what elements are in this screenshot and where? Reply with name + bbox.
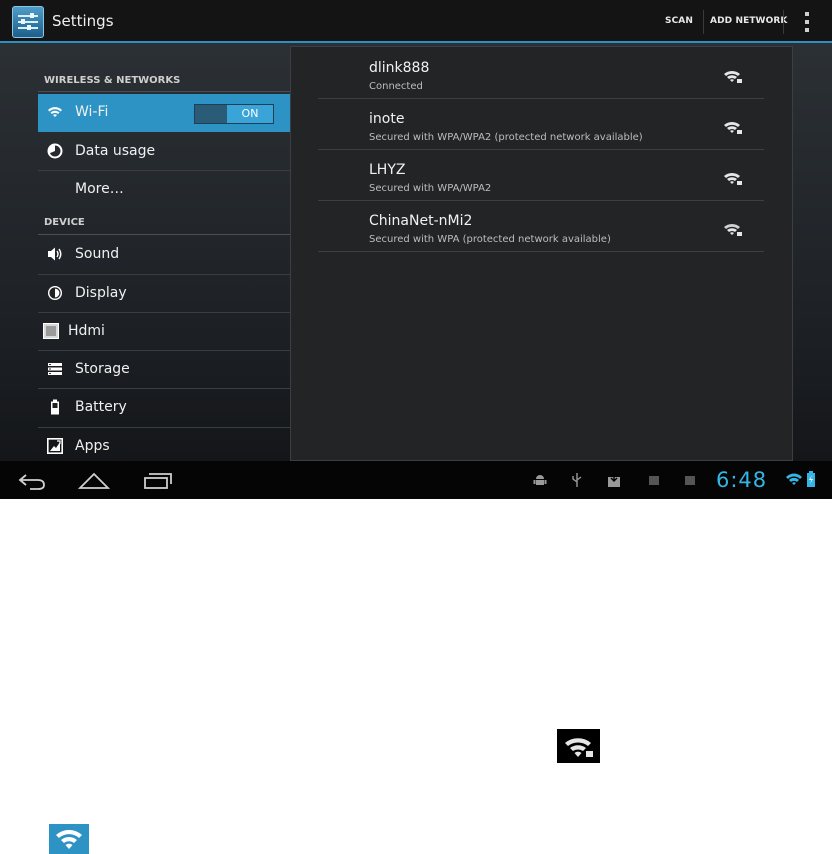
wifi-network-list: dlink888 Connected inote Secured with WP…	[290, 46, 793, 461]
brightness-icon	[48, 286, 62, 300]
settings-item-sound[interactable]: Sound	[38, 236, 290, 274]
network-status: Connected	[369, 81, 423, 92]
wifi-icon	[49, 824, 89, 854]
wifi-signal-locked-icon	[557, 729, 600, 763]
speaker-icon	[48, 247, 62, 261]
tablet-screen: Settings SCAN ADD NETWORK WIRELESS & NET…	[0, 0, 832, 499]
settings-item-label: Sound	[75, 246, 120, 262]
section-header-wireless: WIRELESS & NETWORKS	[44, 75, 181, 86]
wifi-signal-icon	[724, 70, 742, 83]
apps-icon	[47, 438, 63, 454]
wifi-status-icon	[786, 473, 802, 485]
wifi-signal-locked-icon	[724, 121, 742, 134]
network-ssid: inote	[369, 111, 405, 127]
battery-icon	[51, 399, 59, 415]
network-item[interactable]: ChinaNet-nMi2 Secured with WPA (protecte…	[318, 200, 764, 251]
settings-item-label: More…	[75, 181, 124, 197]
settings-item-wifi[interactable]: Wi-Fi ON	[38, 94, 290, 132]
add-network-button[interactable]: ADD NETWORK	[710, 16, 787, 26]
notification-icon	[649, 476, 659, 485]
clock: 6:48	[716, 468, 768, 492]
network-ssid: dlink888	[369, 60, 430, 76]
network-status: Secured with WPA (protected network avai…	[369, 234, 611, 245]
recent-apps-icon[interactable]	[141, 469, 173, 491]
settings-item-data-usage[interactable]: Data usage	[38, 133, 290, 171]
header-divider	[38, 234, 290, 235]
network-ssid: ChinaNet-nMi2	[369, 213, 473, 229]
settings-item-label: Display	[75, 285, 127, 301]
storage-icon	[48, 363, 62, 375]
action-separator	[703, 10, 704, 34]
settings-item-label: Battery	[75, 399, 127, 415]
settings-item-more[interactable]: More…	[38, 171, 290, 209]
settings-app-icon[interactable]	[12, 6, 44, 38]
back-icon[interactable]	[16, 469, 48, 491]
app-title: Settings	[52, 12, 114, 30]
data-usage-icon	[47, 143, 63, 159]
action-bar: Settings SCAN ADD NETWORK	[0, 0, 832, 43]
android-debug-icon	[533, 475, 547, 485]
wifi-toggle[interactable]: ON	[194, 104, 274, 124]
battery-status-icon	[807, 471, 815, 487]
settings-item-label: Hdmi	[68, 323, 105, 339]
action-separator	[783, 10, 784, 34]
header-divider	[38, 91, 290, 92]
wifi-toggle-on-label: ON	[227, 105, 273, 123]
network-divider	[318, 251, 764, 252]
network-item[interactable]: LHYZ Secured with WPA/WPA2	[318, 149, 764, 200]
notification-icon	[685, 476, 695, 485]
network-item[interactable]: inote Secured with WPA/WPA2 (protected n…	[318, 98, 764, 149]
download-icon	[608, 473, 620, 487]
wifi-signal-locked-icon	[724, 172, 742, 185]
settings-item-label: Storage	[75, 361, 130, 377]
home-icon[interactable]	[78, 469, 110, 491]
settings-list: WIRELESS & NETWORKS Wi-Fi ON Data usage …	[38, 43, 290, 461]
network-status: Secured with WPA/WPA2	[369, 183, 492, 194]
overflow-menu-icon[interactable]	[801, 12, 813, 34]
settings-item-hdmi[interactable]: Hdmi	[38, 313, 290, 351]
network-status: Secured with WPA/WPA2 (protected network…	[369, 132, 643, 143]
wifi-signal-locked-icon	[724, 223, 742, 236]
settings-item-display[interactable]: Display	[38, 275, 290, 313]
settings-item-label: Wi-Fi	[75, 104, 109, 120]
system-bar: 6:48	[0, 461, 832, 499]
network-item[interactable]: dlink888 Connected	[318, 47, 764, 98]
settings-item-storage[interactable]: Storage	[38, 351, 290, 389]
section-header-device: DEVICE	[44, 217, 85, 228]
network-ssid: LHYZ	[369, 162, 406, 178]
settings-item-label: Apps	[75, 438, 110, 454]
scan-button[interactable]: SCAN	[665, 16, 693, 26]
wifi-icon	[48, 107, 62, 117]
usb-icon	[572, 473, 582, 487]
settings-content: WIRELESS & NETWORKS Wi-Fi ON Data usage …	[0, 43, 832, 461]
hdmi-icon	[43, 323, 59, 339]
settings-item-battery[interactable]: Battery	[38, 389, 290, 427]
settings-item-label: Data usage	[75, 143, 156, 159]
